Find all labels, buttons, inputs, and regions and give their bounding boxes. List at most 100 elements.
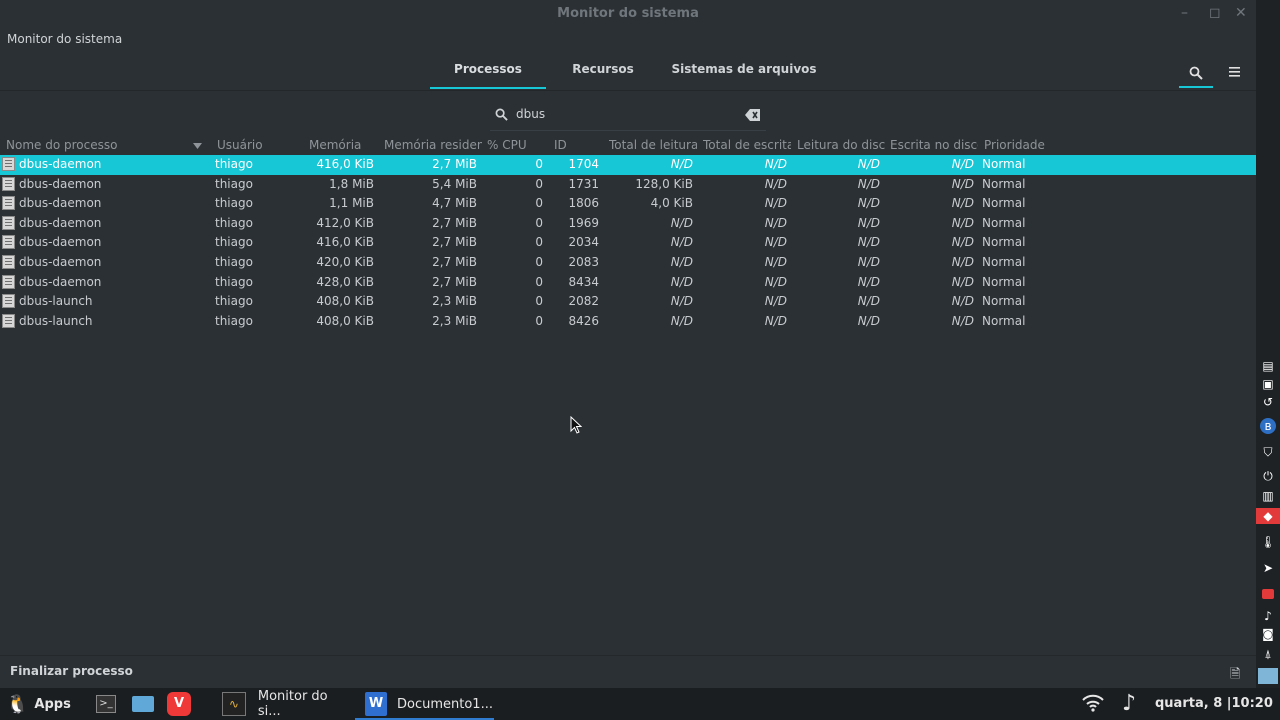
desktop-icon[interactable] (1258, 668, 1278, 684)
cell-disk-write: N/D (951, 176, 974, 191)
title-bar: Monitor do sistema – ◻ ✕ (0, 0, 1256, 28)
cell-resident-memory: 5,4 MiB (432, 176, 477, 191)
column-header-name[interactable]: Nome do processo (6, 138, 186, 152)
cell-disk-write: N/D (951, 255, 974, 269)
column-header-cpu[interactable]: % CPU (487, 138, 547, 152)
wifi-icon[interactable] (1082, 694, 1104, 716)
column-header-id[interactable]: ID (554, 138, 604, 152)
process-icon (2, 196, 15, 211)
header-divider (0, 90, 1256, 91)
table-row[interactable]: dbus-launch thiago 408,0 KiB 2,3 MiB 0 2082 N/… (0, 292, 1256, 312)
process-icon (2, 215, 15, 230)
clock[interactable]: quarta, 8 |10:20 (1155, 696, 1273, 711)
vivaldi-launcher[interactable]: V (167, 688, 191, 720)
undo-icon[interactable]: ↺ (1260, 394, 1276, 410)
photo-icon[interactable]: ◙ (1260, 626, 1276, 642)
anydesk-icon[interactable]: ◆ (1256, 508, 1280, 524)
hamburger-menu-button[interactable] (1226, 62, 1244, 82)
maximize-button[interactable]: ◻ (1209, 5, 1221, 21)
right-side-panel: ▤ ▣ ↺ ʙ ⛉ ⏻ ▥ ◆ 🌡 ➤ ♪ ◙ ⍋ (1256, 0, 1280, 688)
tab-resources[interactable]: Recursos (566, 62, 640, 76)
cell-user: thiago (215, 294, 253, 309)
window-title: Monitor do sistema (557, 6, 699, 21)
system-monitor-icon: ∿ (222, 692, 246, 716)
process-icon (2, 274, 15, 289)
cell-disk-read: N/D (857, 215, 880, 230)
column-header-total-read[interactable]: Total de leitura (609, 138, 697, 152)
end-process-button[interactable]: Finalizar processo (10, 664, 133, 678)
cell-disk-read: N/D (857, 235, 880, 250)
minimize-button[interactable]: – (1181, 5, 1188, 21)
terminal-launcher[interactable]: >_ (96, 688, 116, 720)
column-header-disk-write[interactable]: Escrita no disco (890, 138, 978, 152)
table-row[interactable]: dbus-daemon thiago 416,0 KiB 2,7 MiB 0 1704 N/… (0, 155, 1256, 175)
process-icon (2, 176, 15, 191)
document-icon[interactable]: 🗎 (1230, 665, 1240, 687)
power-icon[interactable]: ⏻ (1260, 468, 1276, 484)
table-row[interactable]: dbus-launch thiago 408,0 KiB 2,3 MiB 0 8426 N/… (0, 312, 1256, 332)
bell-icon[interactable]: ♪ (1260, 608, 1276, 624)
shield-icon[interactable]: ⛉ (1260, 444, 1276, 460)
cell-id: 2082 (568, 294, 599, 309)
send-icon[interactable]: ➤ (1260, 560, 1276, 576)
cell-disk-write: N/D (951, 157, 974, 171)
record-icon[interactable] (1260, 586, 1276, 602)
table-row[interactable]: dbus-daemon thiago 1,8 MiB 5,4 MiB 0 1731 128,… (0, 175, 1256, 195)
search-bar[interactable]: dbus (490, 102, 766, 131)
table-row[interactable]: dbus-daemon thiago 420,0 KiB 2,7 MiB 0 2083 N/… (0, 253, 1256, 273)
screenshot-icon[interactable]: ▣ (1260, 376, 1276, 392)
cell-memory: 1,8 MiB (329, 176, 374, 191)
cell-disk-read: N/D (857, 196, 880, 211)
search-icon (1189, 66, 1203, 80)
table-row[interactable]: dbus-daemon thiago 416,0 KiB 2,7 MiB 0 2034 N/… (0, 233, 1256, 253)
cell-id: 2083 (568, 255, 599, 269)
bluetooth-icon[interactable]: ʙ (1260, 418, 1276, 434)
cell-cpu: 0 (535, 215, 543, 230)
apps-label: Apps (34, 696, 71, 712)
cell-id: 1806 (568, 196, 599, 211)
tab-filesystems[interactable]: Sistemas de arquivos (668, 62, 820, 76)
tree-icon[interactable]: ⍋ (1260, 646, 1276, 662)
clear-search-icon[interactable] (745, 109, 761, 121)
task-system-monitor[interactable]: ∿ Monitor do si... (222, 688, 354, 720)
column-header-disk-read[interactable]: Leitura do disco (797, 138, 885, 152)
column-header-memory[interactable]: Memória (309, 138, 379, 152)
cell-cpu: 0 (535, 157, 543, 171)
column-header-priority[interactable]: Prioridade (984, 138, 1074, 152)
table-row[interactable]: dbus-daemon thiago 428,0 KiB 2,7 MiB 0 8434 N/… (0, 273, 1256, 293)
writer-icon: W (365, 692, 387, 716)
process-icon (2, 255, 15, 269)
cell-process-name: dbus-daemon (19, 235, 102, 250)
search-toggle-button[interactable] (1179, 58, 1213, 88)
music-note-icon[interactable]: ♪ (1122, 691, 1136, 716)
footer-divider (0, 655, 1256, 656)
task-document[interactable]: W Documento1... (355, 688, 494, 720)
linux-penguin-icon: 🐧 (6, 693, 29, 715)
thermometer-icon[interactable]: 🌡 (1260, 534, 1276, 550)
cell-resident-memory: 4,7 MiB (432, 196, 477, 211)
cell-total-write: N/D (764, 255, 787, 269)
cell-resident-memory: 2,7 MiB (432, 157, 477, 171)
trash-icon[interactable]: ▥ (1260, 488, 1276, 504)
tab-processes[interactable]: Processos (430, 62, 546, 89)
cell-total-read: N/D (670, 215, 693, 230)
close-button[interactable]: ✕ (1235, 5, 1247, 21)
clipboard-icon[interactable]: ▤ (1260, 358, 1276, 374)
cell-resident-memory: 2,7 MiB (432, 255, 477, 269)
cell-cpu: 0 (535, 255, 543, 269)
cell-user: thiago (215, 274, 253, 289)
apps-menu-button[interactable]: 🐧 Apps (6, 688, 71, 720)
cell-total-read: N/D (670, 157, 693, 171)
table-row[interactable]: dbus-daemon thiago 1,1 MiB 4,7 MiB 0 1806 4,0 … (0, 194, 1256, 214)
cell-process-name: dbus-daemon (19, 196, 102, 211)
column-header-user[interactable]: Usuário (217, 138, 302, 152)
column-header-total-write[interactable]: Total de escrita (703, 138, 791, 152)
cell-id: 2034 (568, 235, 599, 250)
cell-priority: Normal (982, 313, 1026, 328)
table-row[interactable]: dbus-daemon thiago 412,0 KiB 2,7 MiB 0 1969 N/… (0, 214, 1256, 234)
cell-total-write: N/D (764, 235, 787, 250)
column-header-resident-memory[interactable]: Memória resident (384, 138, 482, 152)
cell-disk-read: N/D (857, 157, 880, 171)
search-input[interactable]: dbus (516, 107, 545, 121)
file-manager-launcher[interactable] (132, 688, 154, 720)
